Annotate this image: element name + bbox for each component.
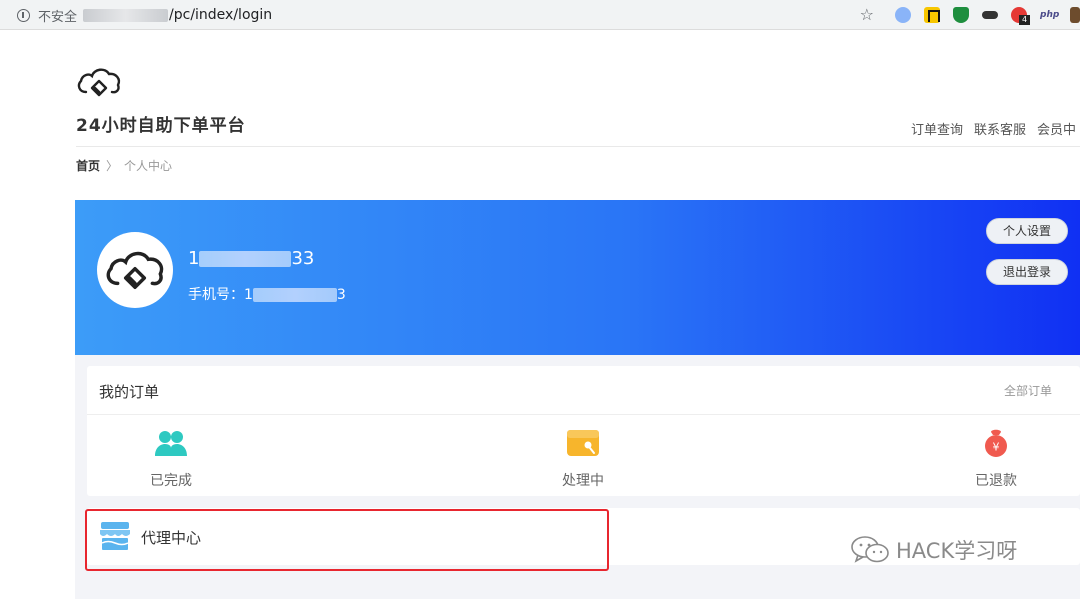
breadcrumb-current: 个人中心 <box>124 159 173 173</box>
nav-contact-support[interactable]: 联系客服 <box>974 119 1026 138</box>
extension-badge: 4 <box>1019 15 1030 25</box>
header-divider <box>76 146 1080 147</box>
user-name: 1 33 <box>188 248 314 269</box>
nav-member-center[interactable]: 会员中 <box>1037 119 1076 138</box>
extension-shield-icon[interactable] <box>953 7 969 23</box>
extension-glasses-icon[interactable] <box>982 11 998 19</box>
address-bar[interactable]: 不安全 /pc/index/login ☆ <box>6 3 882 27</box>
top-nav: 订单查询 联系客服 会员中 <box>911 119 1076 138</box>
order-status-label: 处理中 <box>562 473 604 489</box>
cloud-logo-icon <box>77 68 121 97</box>
order-status-processing[interactable]: 处理中 <box>553 428 613 490</box>
extension-red-icon[interactable]: 4 <box>1011 7 1030 25</box>
redacted-phone <box>252 288 337 302</box>
redacted-name <box>199 251 292 267</box>
avatar <box>97 232 173 308</box>
orders-divider <box>87 414 1080 415</box>
wallet-icon <box>567 430 599 456</box>
bookmark-star-icon[interactable]: ☆ <box>860 5 874 24</box>
phone-label: 手机号： <box>188 287 244 303</box>
watermark: HACK学习呀 <box>850 535 1017 565</box>
phone-prefix: 1 <box>244 287 253 303</box>
breadcrumb-separator: 〉 <box>106 159 119 173</box>
order-status-label: 已退款 <box>975 473 1017 489</box>
order-status-label: 已完成 <box>150 473 192 489</box>
watermark-text: HACK学习呀 <box>896 539 1018 563</box>
all-orders-link[interactable]: 全部订单 <box>1004 382 1052 399</box>
phone-suffix: 3 <box>336 287 346 303</box>
users-icon <box>155 431 187 456</box>
user-phone: 手机号：1 3 <box>188 284 346 304</box>
browser-toolbar: 不安全 /pc/index/login ☆ 4 php <box>0 0 1080 30</box>
extension-circle-icon[interactable] <box>895 7 911 23</box>
extension-frame-icon[interactable] <box>924 7 940 23</box>
svg-text:¥: ¥ <box>993 441 1000 454</box>
order-status-refunded[interactable]: ¥ 已退款 <box>966 428 1026 490</box>
security-label: 不安全 <box>38 9 78 25</box>
info-icon[interactable] <box>17 8 30 22</box>
user-name-suffix: 33 <box>291 248 315 269</box>
highlight-box <box>85 509 609 571</box>
personal-settings-button[interactable]: 个人设置 <box>986 218 1068 244</box>
user-name-prefix: 1 <box>188 248 200 269</box>
nav-order-query[interactable]: 订单查询 <box>911 119 963 138</box>
extension-php-icon[interactable]: php <box>1040 7 1060 23</box>
url-text[interactable]: /pc/index/login <box>169 7 272 23</box>
wechat-icon <box>851 536 889 563</box>
site-title: 24小时自助下单平台 <box>76 116 246 136</box>
breadcrumb: 首页 〉 个人中心 <box>76 157 172 174</box>
order-status-completed[interactable]: 已完成 <box>141 428 201 490</box>
breadcrumb-home[interactable]: 首页 <box>76 157 100 174</box>
extension-edge-icon[interactable] <box>1070 7 1080 23</box>
cloud-logo-icon <box>106 251 164 290</box>
redacted-domain <box>83 8 169 22</box>
my-orders-card: 我的订单 全部订单 已完成 处理中 ¥ 已退款 <box>87 366 1080 496</box>
profile-banner: 1 33 手机号：1 3 个人设置 退出登录 <box>75 200 1080 355</box>
orders-title: 我的订单 <box>99 383 160 401</box>
refund-bag-icon: ¥ <box>985 429 1007 457</box>
logout-button[interactable]: 退出登录 <box>986 259 1068 285</box>
